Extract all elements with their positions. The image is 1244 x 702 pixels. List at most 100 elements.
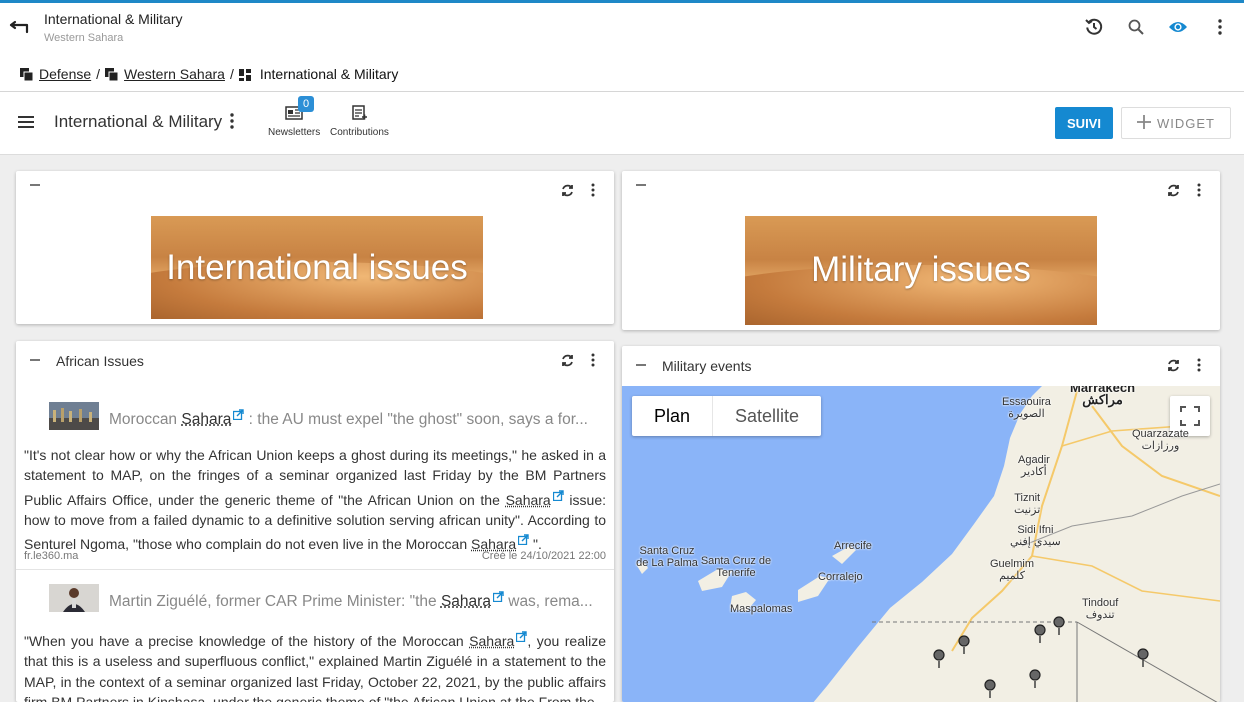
map-pin-icon[interactable] <box>983 679 997 699</box>
header-subtitle: Western Sahara <box>44 32 124 44</box>
map-place-label: Santa Cruz de La Palma <box>636 545 698 569</box>
widget-actions <box>1166 182 1206 198</box>
more-vertical-icon[interactable] <box>586 352 600 368</box>
collapse-icon[interactable] <box>30 359 40 361</box>
map-place-label: Maspalomas <box>730 603 793 615</box>
widget-header <box>16 171 614 209</box>
map-place-label: Marrakech مراكش <box>1070 386 1136 407</box>
more-vertical-icon[interactable] <box>1192 357 1206 373</box>
news-source[interactable]: fr.le360.ma <box>24 550 78 562</box>
international-banner-widget: International issues <box>16 171 614 324</box>
map-type-toggle: Plan Satellite <box>632 396 822 436</box>
more-vertical-icon[interactable] <box>1210 17 1230 37</box>
widget-title: African Issues <box>56 353 144 369</box>
map-place-label: Tiznit تزنيت <box>1014 492 1041 516</box>
news-thumbnail[interactable] <box>49 584 99 612</box>
map-place-label: Arrecife <box>834 540 872 552</box>
refresh-icon[interactable] <box>1166 182 1180 198</box>
widget-actions <box>560 182 600 198</box>
newsletters-count-badge: 0 <box>298 96 314 112</box>
more-vertical-icon[interactable] <box>230 113 246 133</box>
back-arrow-icon[interactable] <box>8 17 30 39</box>
military-banner-widget: Military issues <box>622 171 1220 330</box>
more-vertical-icon[interactable] <box>586 182 600 198</box>
history-icon[interactable] <box>1084 17 1104 37</box>
map-pin-icon[interactable] <box>1136 648 1150 668</box>
suivi-button[interactable]: SUIVI <box>1055 107 1113 139</box>
banner-title: International issues <box>166 248 468 287</box>
collapse-icon[interactable] <box>636 364 646 366</box>
header-actions <box>1084 17 1230 37</box>
external-link-icon[interactable] <box>233 407 245 421</box>
contributions-button[interactable]: Contributions <box>330 104 389 138</box>
map-place-label: Corralejo <box>818 571 863 583</box>
add-widget-button[interactable]: WIDGET <box>1121 107 1231 139</box>
page-title: International & Military <box>54 112 223 131</box>
headline-text: was, rema... <box>503 593 593 610</box>
banner-title: Military issues <box>811 250 1031 289</box>
events-map[interactable]: Plan Satellite Marrakech مراكش Essaouira ا… <box>622 386 1220 702</box>
map-place-label: Santa Cruz de Tenerife <box>700 555 772 579</box>
map-pin-icon[interactable] <box>1033 624 1047 644</box>
widget-title: Military events <box>662 358 752 374</box>
breadcrumb-western-sahara[interactable]: Western Sahara <box>124 66 225 82</box>
folder-icon <box>105 67 119 81</box>
headline-text: Martin Ziguélé, former CAR Prime Ministe… <box>109 593 441 610</box>
widget-header: African Issues <box>16 341 614 379</box>
map-pin-icon[interactable] <box>1028 669 1042 689</box>
newsletters-button[interactable]: 0 Newsletters <box>268 96 321 138</box>
desert-banner-image: Military issues <box>745 216 1097 325</box>
headline-text: : the AU must expel "the ghost" soon, sa… <box>244 411 588 428</box>
news-headline[interactable]: Martin Ziguélé, former CAR Prime Ministe… <box>109 589 607 611</box>
keyword-link[interactable]: Sahara <box>506 492 551 508</box>
collapse-icon[interactable] <box>30 184 40 186</box>
map-type-satellite[interactable]: Satellite <box>713 396 821 436</box>
header-title-block: International & Military Western Sahara <box>44 11 183 44</box>
breadcrumb-separator: / <box>229 66 234 82</box>
breadcrumb: Defense / Western Sahara / International… <box>20 66 398 82</box>
map-place-label: Quarzazate ورزازات <box>1132 428 1189 452</box>
refresh-icon[interactable] <box>1166 357 1180 373</box>
newsletters-label: Newsletters <box>268 127 321 138</box>
map-type-plan[interactable]: Plan <box>632 396 714 436</box>
widget-header <box>622 171 1220 209</box>
headline-text: Moroccan <box>109 411 182 428</box>
news-footer: fr.le360.ma Créé le 24/10/2021 22:00 <box>24 550 606 562</box>
map-pin-icon[interactable] <box>1052 616 1066 636</box>
external-link-icon[interactable] <box>518 530 529 546</box>
external-link-icon[interactable] <box>516 627 528 643</box>
map-place-label: Tindouf تندوف <box>1082 597 1119 621</box>
news-headline[interactable]: Moroccan Sahara : the AU must expel "the… <box>109 407 607 429</box>
external-link-icon[interactable] <box>492 589 504 603</box>
news-body: "When you have a precise knowledge of th… <box>24 627 606 702</box>
divider <box>16 569 614 570</box>
news-body: "It's not clear how or why the African U… <box>24 445 606 554</box>
keyword-link[interactable]: Sahara <box>441 593 491 610</box>
news-thumbnail[interactable] <box>49 402 99 430</box>
contributions-label: Contributions <box>330 127 389 138</box>
map-place-label: Agadir أكادير <box>1018 454 1050 478</box>
external-link-icon[interactable] <box>552 486 564 501</box>
widget-actions <box>560 352 600 368</box>
african-issues-widget: African Issues Moroccan Sahara : the AU … <box>16 341 614 702</box>
plus-icon <box>1137 114 1151 132</box>
refresh-icon[interactable] <box>560 352 574 368</box>
map-pin-icon[interactable] <box>957 635 971 655</box>
eye-icon[interactable] <box>1168 17 1188 37</box>
breadcrumb-current: International & Military <box>259 66 399 82</box>
map-place-label: Sidi Ifni سيدي إفني <box>1010 524 1061 548</box>
breadcrumb-defense[interactable]: Defense <box>39 66 91 82</box>
hamburger-menu-icon[interactable] <box>18 114 36 130</box>
search-icon[interactable] <box>1126 17 1146 37</box>
collapse-icon[interactable] <box>636 184 646 186</box>
dashboard-icon <box>238 68 252 81</box>
keyword-link[interactable]: Sahara <box>181 411 231 428</box>
more-vertical-icon[interactable] <box>1192 182 1206 198</box>
refresh-icon[interactable] <box>560 182 574 198</box>
folder-icon <box>20 67 34 81</box>
widget-header: Military events <box>622 346 1220 384</box>
breadcrumb-separator: / <box>96 66 101 82</box>
keyword-link[interactable]: Sahara <box>469 633 514 649</box>
map-pin-icon[interactable] <box>932 649 946 669</box>
body-text: "When you have a precise knowledge of th… <box>24 633 470 649</box>
